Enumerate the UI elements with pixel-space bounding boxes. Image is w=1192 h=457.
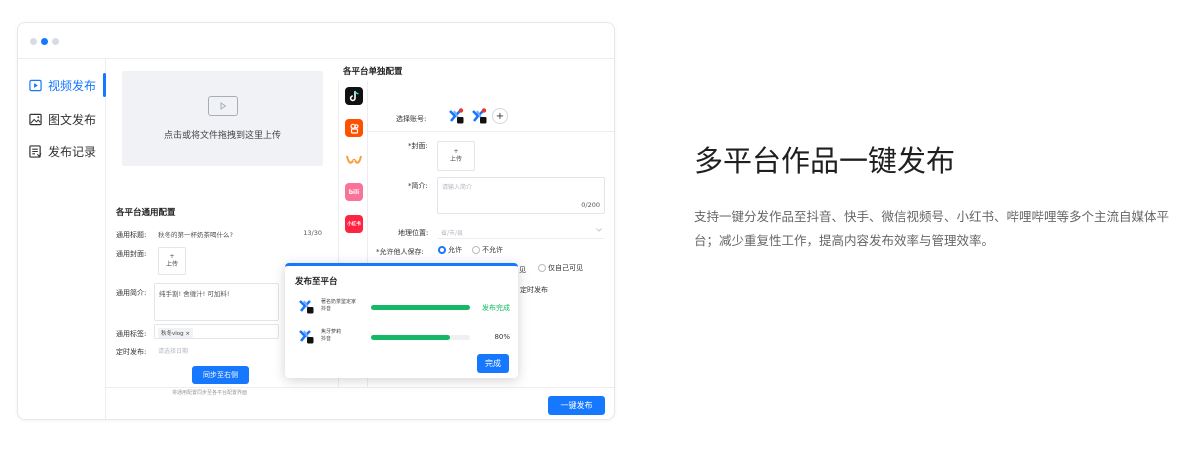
title-label: 通用标题: xyxy=(116,231,147,239)
record-icon xyxy=(29,144,42,158)
douyin-icon[interactable] xyxy=(345,87,363,105)
chevron-down-icon xyxy=(596,228,602,232)
dialog-title: 发布至平台 xyxy=(295,277,338,287)
deny-option-label: 不允许 xyxy=(482,246,503,254)
sidebar-item-video[interactable]: 视频发布 xyxy=(18,71,106,99)
intro-textarea[interactable]: 纯手割! 舍缠汁! 可加料! xyxy=(154,283,279,321)
dialog-row-platform: 抖音 xyxy=(321,306,332,312)
bilibili-icon[interactable]: bili xyxy=(345,183,363,201)
visibility-self-label: 仅自己可见 xyxy=(548,264,583,272)
deny-save-radio[interactable]: 不允许 xyxy=(472,245,503,255)
schedule-label: 定时发布: xyxy=(116,348,147,356)
intro-value: 纯手割! 舍缠汁! 可加料! xyxy=(159,290,230,298)
bottom-action-bar: 一键发布 xyxy=(106,387,614,419)
account-avatar-icon[interactable] xyxy=(448,108,464,124)
publish-progress-dialog: 发布至平台 著名奶茶鉴定家 抖音 发布完成 焦牙萝莉 抖音 80% 完成 xyxy=(285,263,518,378)
radio-unchecked-icon xyxy=(472,246,480,254)
add-account-button[interactable]: + xyxy=(492,108,508,124)
dialog-row-account: 著名奶茶鉴定家 抖音 xyxy=(321,299,356,313)
cover-label: 通用封面: xyxy=(116,250,147,258)
platform-intro-label: *简介: xyxy=(408,182,428,190)
kuaishou-icon[interactable] xyxy=(345,119,363,137)
play-icon xyxy=(207,96,238,116)
visibility-self-radio[interactable]: 仅自己可见 xyxy=(538,263,583,273)
account-label: 选择账号: xyxy=(396,115,427,123)
video-icon xyxy=(29,79,42,91)
cover-upload-label: 上传 xyxy=(165,261,178,268)
platform-schedule-partial-label: 定时发布 xyxy=(520,286,548,294)
platform-intro-textarea[interactable]: 请输入简介 0/200 xyxy=(437,177,605,214)
dialog-row-platform: 抖音 xyxy=(321,336,332,342)
dialog-row-name: 著名奶茶鉴定家 xyxy=(321,299,357,305)
tag-input[interactable]: 秋冬vlog × xyxy=(154,324,279,339)
title-input[interactable]: 秋冬的第一杯奶茶喝什么? 13/30 xyxy=(154,225,326,240)
progress-bar xyxy=(371,335,470,340)
bilibili-glyph: bili xyxy=(348,188,360,196)
location-placeholder: 省/市/县 xyxy=(441,230,464,237)
location-select[interactable]: 省/市/县 xyxy=(437,223,605,239)
title-value: 秋冬的第一杯奶茶喝什么? xyxy=(158,231,233,239)
xiaohongshu-icon[interactable]: 小红书 xyxy=(345,215,363,233)
sidebar-item-label: 发布记录 xyxy=(48,144,97,159)
dialog-row-status: 80% xyxy=(494,333,510,341)
common-config-title: 各平台通用配置 xyxy=(116,208,176,218)
hero-heading: 多平台作品一键发布 xyxy=(694,144,956,178)
cover-upload-button[interactable]: + 上传 xyxy=(158,247,186,275)
plus-icon: + xyxy=(453,148,459,155)
hero-description: 支持一键分发作品至抖音、快手、微信视频号、小红书、哔哩哔哩等多个主流自媒体平台；… xyxy=(694,209,1170,248)
allow-option-label: 允许 xyxy=(448,246,462,254)
intro-label: 通用简介: xyxy=(116,289,147,297)
publish-all-button[interactable]: 一键发布 xyxy=(548,396,605,415)
tag-chip[interactable]: 秋冬vlog × xyxy=(158,328,193,338)
progress-fill xyxy=(371,335,451,340)
window-dot xyxy=(30,38,37,45)
sync-to-right-button[interactable]: 同步至右侧 xyxy=(192,366,249,384)
upload-text: 点击或将文件拖拽到这里上传 xyxy=(163,131,281,141)
platform-cover-upload-button[interactable]: + 上传 xyxy=(437,141,475,171)
schedule-placeholder: 请选择日期 xyxy=(158,348,189,355)
plus-icon: + xyxy=(169,253,175,260)
image-icon xyxy=(29,113,42,125)
wechat-channels-icon[interactable] xyxy=(345,151,363,169)
schedule-date-input[interactable]: 请选择日期 xyxy=(154,342,279,357)
title-count: 13/30 xyxy=(303,229,322,237)
sidebar-item-label: 视频发布 xyxy=(48,78,97,93)
platform-intro-count: 0/200 xyxy=(581,201,600,209)
sidebar-item-label: 图文发布 xyxy=(48,112,97,127)
platform-config-title: 各平台单独配置 xyxy=(343,67,403,77)
done-button[interactable]: 完成 xyxy=(477,354,509,373)
dialog-row-account: 焦牙萝莉 抖音 xyxy=(321,329,341,343)
account-avatar-icon xyxy=(299,300,314,314)
progress-bar xyxy=(371,305,470,310)
sidebar: 视频发布 图文发布 发布记录 xyxy=(18,59,106,419)
account-avatar-icon[interactable] xyxy=(471,108,487,124)
visibility-partial-label: 见 xyxy=(519,266,526,274)
platform-cover-upload-label: 上传 xyxy=(449,156,462,163)
dialog-row-status: 发布完成 xyxy=(482,304,510,312)
location-label: 地理位置: xyxy=(398,229,429,237)
xiaohongshu-glyph: 小红书 xyxy=(347,222,361,227)
sidebar-item-records[interactable]: 发布记录 xyxy=(18,137,106,165)
platform-cover-label: *封面: xyxy=(408,142,428,150)
progress-fill xyxy=(371,305,470,310)
upload-dropzone[interactable]: 点击或将文件拖拽到这里上传 xyxy=(122,71,323,166)
sidebar-item-image[interactable]: 图文发布 xyxy=(18,105,106,133)
window-titlebar xyxy=(18,23,614,59)
platform-intro-placeholder: 请输入简介 xyxy=(442,184,473,191)
dialog-row-name: 焦牙萝莉 xyxy=(321,329,342,335)
window-dot-active xyxy=(41,38,48,45)
allow-save-label: *允许他人保存: xyxy=(376,248,424,256)
radio-unchecked-icon xyxy=(538,264,546,272)
account-avatar-icon xyxy=(299,330,314,344)
radio-checked-icon xyxy=(438,246,446,254)
tag-label: 通用标签: xyxy=(116,330,147,338)
allow-save-radio[interactable]: 允许 xyxy=(438,245,462,255)
window-dot xyxy=(52,38,59,45)
app-window: 视频发布 图文发布 发布记录 点击或将文件拖拽到这里上传 各平台通用配置 通用标… xyxy=(17,22,615,420)
